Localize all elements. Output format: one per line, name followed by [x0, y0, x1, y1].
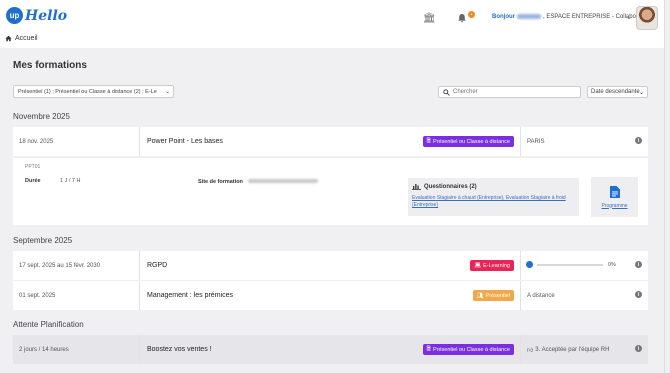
table-row[interactable]: 01 sept. 2025 Management : les prémices …	[13, 281, 648, 310]
training-card[interactable]: 18 nov. 2025 Power Point - Les bases 🗎︎ …	[13, 127, 648, 156]
notification-badge: •	[468, 11, 475, 18]
info-icon[interactable]: i	[635, 137, 642, 144]
document-icon	[609, 185, 620, 198]
section-label: Attente Planification	[13, 320, 84, 329]
chevron-down-icon: ⌄	[638, 90, 644, 96]
badge-label: Présentiel	[485, 292, 510, 299]
type-filter-value: Présentiel (1) ; Présentiel ou Classe à …	[18, 89, 157, 95]
questionnaires-links[interactable]: Evaluation Stagiaire à chaud (Entreprise…	[412, 195, 575, 209]
search-icon	[443, 88, 450, 96]
modality-badge: 💻︎ E-Learning	[470, 260, 514, 271]
building-icon[interactable]: 🏛︎	[423, 13, 436, 24]
table-row[interactable]: 2 jours / 14 heures Boostez vos ventes !…	[13, 335, 648, 364]
site-value-redacted	[248, 179, 318, 183]
row-date: 17 sept. 2025 au 15 févr. 2030	[13, 251, 140, 280]
row-status: 3. Acceptée par l'équipe RH	[535, 346, 610, 353]
site-label: Site de formation	[198, 179, 243, 185]
row-status-cell: PARIS i	[521, 127, 648, 156]
thumbs-up-icon: 👍︎	[527, 347, 534, 354]
info-icon[interactable]: i	[635, 261, 642, 268]
progress-bar	[537, 264, 603, 266]
modality-badge: 👥︎ Présentiel	[472, 290, 514, 301]
logo-hello-text: Hello	[25, 7, 68, 24]
breadcrumb[interactable]: Accueil	[5, 35, 38, 42]
row-date: 01 sept. 2025	[13, 281, 140, 310]
progress-percent: 0%	[608, 262, 616, 268]
type-filter-select[interactable]: Présentiel (1) ; Présentiel ou Classe à …	[13, 85, 174, 98]
info-icon[interactable]: i	[635, 345, 642, 352]
section-label: Novembre 2025	[13, 112, 70, 121]
sort-select[interactable]: Date descendante ⌄	[587, 86, 648, 98]
row-title: Boostez vos ventes !	[147, 346, 212, 353]
training-card[interactable]: 2 jours / 14 heures Boostez vos ventes !…	[13, 335, 648, 364]
row-title: Management : les prémices	[147, 292, 233, 299]
training-list: 17 sept. 2025 au 15 févr. 2030 RGPD 💻︎ E…	[13, 251, 648, 310]
programme-label: Programme	[601, 202, 628, 209]
avatar[interactable]	[636, 6, 658, 30]
greeting-hello: Bonjour	[492, 14, 515, 21]
logo-up-mark: up	[6, 7, 23, 24]
bar-chart-icon	[412, 184, 421, 190]
row-status-cell: A distance i	[521, 281, 648, 310]
row-progress-cell: 0% i	[521, 251, 648, 280]
row-status-cell: 👍︎ 3. Acceptée par l'équipe RH i	[521, 335, 648, 364]
search-input[interactable]: Chercher	[438, 86, 581, 98]
document-icon: 🗎︎	[426, 346, 431, 352]
document-icon: 🗎︎	[426, 138, 431, 144]
badge-label: Présentiel ou Classe à distance	[432, 138, 510, 145]
table-row[interactable]: 17 sept. 2025 au 15 févr. 2030 RGPD 💻︎ E…	[13, 251, 648, 280]
row-date: 2 jours / 14 heures	[13, 335, 140, 364]
row-title-cell: Power Point - Les bases 🗎︎ Présentiel ou…	[140, 127, 521, 156]
questionnaires-title: Questionnaires (2)	[424, 183, 477, 190]
duree-value: 1 J / 7 H	[60, 178, 81, 184]
info-icon[interactable]: i	[635, 291, 642, 298]
breadcrumb-home: Accueil	[15, 35, 38, 42]
play-icon[interactable]	[526, 261, 533, 268]
table-row[interactable]: 18 nov. 2025 Power Point - Les bases 🗎︎ …	[13, 127, 648, 156]
training-code: PPT01	[25, 164, 41, 170]
top-bar: up Hello 🏛︎ • Bonjour, ESPACE ENTREPRISE…	[0, 0, 670, 48]
page-scrollbar[interactable]	[664, 0, 670, 373]
training-detail-panel: PPT01 Durée 1 J / 7 H Site de formation …	[13, 157, 648, 225]
row-title-cell: Boostez vos ventes ! 🗎︎ Présentiel ou Cl…	[140, 335, 521, 364]
row-title: RGPD	[147, 262, 168, 269]
page-title: Mes formations	[13, 60, 87, 71]
questionnaires-box: Questionnaires (2) Evaluation Stagiaire …	[408, 178, 579, 216]
section-label: Septembre 2025	[13, 236, 73, 245]
app-logo[interactable]: up Hello	[6, 7, 67, 24]
programme-button[interactable]: Programme	[591, 177, 638, 217]
modality-badge: 🗎︎ Présentiel ou Classe à distance	[422, 136, 514, 147]
modality-badge: 🗎︎ Présentiel ou Classe à distance	[422, 344, 514, 355]
bell-icon[interactable]	[457, 13, 467, 26]
duree-label: Durée	[25, 178, 41, 184]
badge-label: E-Learning	[483, 262, 510, 269]
row-status: PARIS	[527, 138, 545, 145]
laptop-icon: 💻︎	[474, 262, 482, 269]
chevron-down-icon[interactable]: ⌄	[626, 13, 632, 21]
user-name-redacted	[517, 14, 541, 19]
home-icon	[5, 35, 12, 42]
row-title: Power Point - Les bases	[147, 138, 223, 145]
sort-value: Date descendante	[591, 89, 640, 95]
chevron-down-icon: ⌄	[165, 89, 170, 95]
badge-label: Présentiel ou Classe à distance	[432, 346, 510, 353]
search-placeholder: Chercher	[453, 89, 478, 95]
people-icon: 👥︎	[476, 292, 484, 299]
row-title-cell: Management : les prémices 👥︎ Présentiel	[140, 281, 521, 310]
row-status: A distance	[527, 292, 555, 299]
row-title-cell: RGPD 💻︎ E-Learning	[140, 251, 521, 280]
row-date: 18 nov. 2025	[13, 127, 140, 156]
